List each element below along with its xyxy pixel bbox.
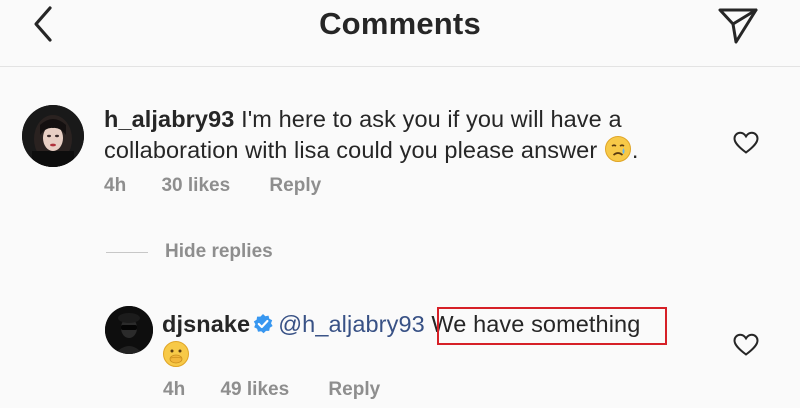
verified-badge-icon bbox=[254, 314, 273, 334]
comment-meta: 4h 30 likes Reply bbox=[104, 175, 355, 197]
crying-face-emoji bbox=[604, 136, 631, 162]
comment-username[interactable]: h_aljabry93 bbox=[104, 106, 234, 132]
avatar[interactable] bbox=[22, 105, 84, 167]
reply-button[interactable]: Reply bbox=[328, 379, 380, 400]
paper-plane-icon[interactable] bbox=[714, 2, 762, 46]
reply-meta: 4h 49 likes Reply bbox=[163, 379, 414, 401]
comment-likes[interactable]: 30 likes bbox=[161, 175, 230, 196]
heart-icon[interactable] bbox=[733, 333, 759, 357]
reply-likes[interactable]: 49 likes bbox=[220, 379, 289, 400]
divider bbox=[106, 252, 148, 253]
heart-icon[interactable] bbox=[733, 131, 759, 155]
mention-link[interactable]: @h_aljabry93 bbox=[278, 311, 425, 337]
reply-time: 4h bbox=[163, 379, 186, 400]
reply-button[interactable]: Reply bbox=[269, 175, 321, 196]
avatar[interactable] bbox=[105, 306, 153, 354]
comment-time: 4h bbox=[104, 175, 127, 196]
reply-username[interactable]: djsnake bbox=[162, 311, 250, 337]
comment-text: h_aljabry93 I'm here to ask you if you w… bbox=[104, 104, 704, 166]
page-title: Comments bbox=[319, 6, 481, 41]
hide-replies-button[interactable]: Hide replies bbox=[165, 241, 273, 263]
shushing-face-emoji bbox=[163, 341, 189, 367]
comment-body-end: . bbox=[631, 137, 639, 163]
header-bar: Comments bbox=[0, 0, 800, 67]
annotation-box bbox=[437, 307, 667, 345]
